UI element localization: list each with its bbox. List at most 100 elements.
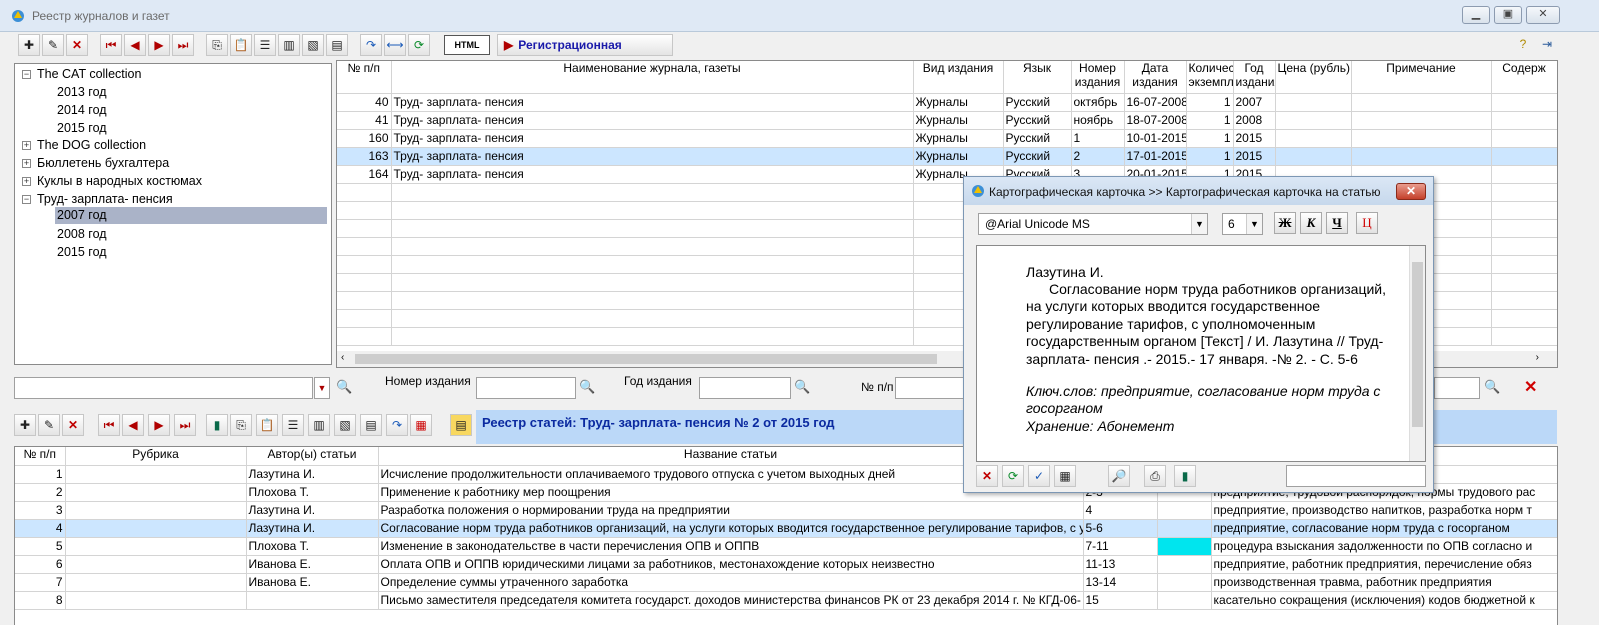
table-cell[interactable] <box>246 591 379 610</box>
table-cell[interactable]: Плохова Т. <box>246 483 379 502</box>
table-cell[interactable]: ноябрь <box>1071 111 1125 130</box>
table-cell[interactable]: 3 <box>15 501 66 520</box>
collapse-icon[interactable]: − <box>22 195 31 204</box>
table-cell[interactable] <box>65 591 247 610</box>
table-cell[interactable]: Лазутина И. <box>246 501 379 520</box>
table-cell[interactable] <box>1157 555 1212 574</box>
table-cell[interactable]: Иванова Е. <box>246 573 379 592</box>
print-icon[interactable]: ⎙ <box>1144 465 1166 487</box>
tree-node[interactable]: 2013 год <box>57 85 107 99</box>
col-header[interactable]: № п/п <box>15 447 66 466</box>
table-cell[interactable] <box>1275 129 1352 148</box>
table-cell[interactable]: Определение суммы утраченного заработка <box>378 573 1084 592</box>
dropdown-arrow-icon[interactable]: ▼ <box>314 377 330 399</box>
table-cell[interactable]: 1 <box>1186 129 1234 148</box>
fit-width-icon[interactable]: ⟷ <box>384 34 406 56</box>
col-header[interactable]: Цена (рубль) <box>1275 61 1352 94</box>
table-cell[interactable]: 2007 <box>1233 93 1276 112</box>
table-cell[interactable] <box>65 465 247 484</box>
tree-node[interactable]: 2015 год <box>57 121 107 135</box>
table-cell[interactable]: 2015 <box>1233 129 1276 148</box>
add-icon[interactable]: ✚ <box>14 414 36 436</box>
table-cell[interactable] <box>1351 129 1492 148</box>
number-input[interactable] <box>895 377 965 399</box>
col-header[interactable]: Наименование журнала, газеты <box>391 61 914 94</box>
table-cell[interactable] <box>1157 501 1212 520</box>
table-cell[interactable]: 2 <box>1071 147 1125 166</box>
book-icon[interactable]: ▮ <box>1174 465 1196 487</box>
tree-node[interactable]: The CAT collection <box>37 67 141 81</box>
issue-number-input[interactable] <box>476 377 576 399</box>
table-cell[interactable]: 2015 <box>1233 147 1276 166</box>
table-cell[interactable]: 4 <box>1083 501 1158 520</box>
strikethrough-button[interactable]: Ж <box>1274 212 1296 234</box>
col-header[interactable]: № п/п <box>337 61 392 94</box>
registration-card-button[interactable]: ▶Регистрационная карточка <box>497 34 673 72</box>
table-cell[interactable]: 13-14 <box>1083 573 1158 592</box>
grid-icon[interactable]: ▦ <box>410 414 432 436</box>
add-icon[interactable]: ✚ <box>18 34 40 56</box>
table-cell[interactable] <box>1491 147 1557 166</box>
table-cell[interactable]: 7 <box>15 573 66 592</box>
table-cell[interactable]: Труд- зарплата- пенсия <box>391 93 914 112</box>
table-cell[interactable]: 8 <box>15 591 66 610</box>
table-cell[interactable]: Иванова Е. <box>246 555 379 574</box>
barcode-icon[interactable]: ▥ <box>308 414 330 436</box>
table-row[interactable]: 4 Лазутина И. Согласование норм труда рабо… <box>15 519 1557 538</box>
scroll-thumb[interactable] <box>1412 262 1423 427</box>
table-cell[interactable] <box>1491 129 1557 148</box>
copy-icon[interactable]: ⎘ <box>206 34 228 56</box>
table-cell[interactable] <box>1275 147 1352 166</box>
table-cell[interactable]: 5-6 <box>1083 519 1158 538</box>
binoculars-icon[interactable]: 🔍 <box>794 379 810 395</box>
table-cell[interactable] <box>65 519 247 538</box>
delete-icon[interactable]: ✕ <box>66 34 88 56</box>
table-cell[interactable]: 1 <box>1186 93 1234 112</box>
table-cell[interactable]: Письмо заместителя председателя комитета… <box>378 591 1084 610</box>
table-cell[interactable]: 7-11 <box>1083 537 1158 556</box>
table-cell[interactable] <box>1157 537 1212 556</box>
delete-barcode-icon[interactable]: ▧ <box>334 414 356 436</box>
html-export-button[interactable]: HTML <box>444 35 490 55</box>
card-extra-input[interactable] <box>1286 465 1426 487</box>
table-cell[interactable] <box>1491 165 1557 184</box>
table-cell[interactable]: предприятие, производство напитков, разр… <box>1211 501 1557 520</box>
table-cell[interactable]: 16-07-2008 <box>1124 93 1187 112</box>
expand-icon[interactable]: + <box>22 177 31 186</box>
table-cell[interactable] <box>1351 147 1492 166</box>
search-input[interactable] <box>14 377 313 399</box>
underline-button[interactable]: Ч <box>1326 212 1348 234</box>
col-header[interactable]: Год издания <box>1233 61 1276 94</box>
delete-barcode-icon[interactable]: ▧ <box>302 34 324 56</box>
table-cell[interactable]: 1 <box>15 465 66 484</box>
expand-icon[interactable]: + <box>22 159 31 168</box>
col-header[interactable]: Рубрика <box>65 447 247 466</box>
chevron-down-icon[interactable]: ▼ <box>1246 214 1262 234</box>
refresh-icon[interactable]: ⟳ <box>408 34 430 56</box>
tree-node[interactable]: Бюллетень бухгалтера <box>37 156 169 170</box>
table-cell[interactable]: 15 <box>1083 591 1158 610</box>
table-row[interactable]: 8 Письмо заместителя председателя комитет… <box>15 591 1557 610</box>
table-cell[interactable]: Журналы <box>913 93 1004 112</box>
table-cell[interactable]: 2008 <box>1233 111 1276 130</box>
col-header[interactable]: Язык <box>1003 61 1072 94</box>
book-icon[interactable]: ▮ <box>206 414 228 436</box>
card-icon[interactable]: ▤ <box>450 414 472 436</box>
tree-node[interactable]: Куклы в народных костюмах <box>37 174 202 188</box>
binoculars-icon[interactable]: 🔍 <box>1484 379 1500 395</box>
edit-icon[interactable]: ✎ <box>42 34 64 56</box>
exit-icon[interactable]: ⇥ <box>1536 34 1558 56</box>
grid-icon[interactable]: ▦ <box>1054 465 1076 487</box>
scroll-left-icon[interactable]: ‹ <box>341 352 344 363</box>
table-cell[interactable]: 5 <box>15 537 66 556</box>
prev-record-icon[interactable]: ◀ <box>122 414 144 436</box>
spellcheck-icon[interactable]: ✓ <box>1028 465 1050 487</box>
table-cell[interactable]: 163 <box>337 147 392 166</box>
table-cell[interactable]: Журналы <box>913 129 1004 148</box>
table-row[interactable]: 3 Лазутина И. Разработка положения о норми… <box>15 501 1557 520</box>
table-cell[interactable]: процедура взыскания задолженности по ОПВ… <box>1211 537 1557 556</box>
delete-icon[interactable]: ✕ <box>62 414 84 436</box>
table-cell[interactable]: октябрь <box>1071 93 1125 112</box>
table-row[interactable]: 41 Труд- зарплата- пенсия Журналы Русский но… <box>337 111 1557 130</box>
size-select[interactable]: 6 ▼ <box>1222 213 1263 235</box>
